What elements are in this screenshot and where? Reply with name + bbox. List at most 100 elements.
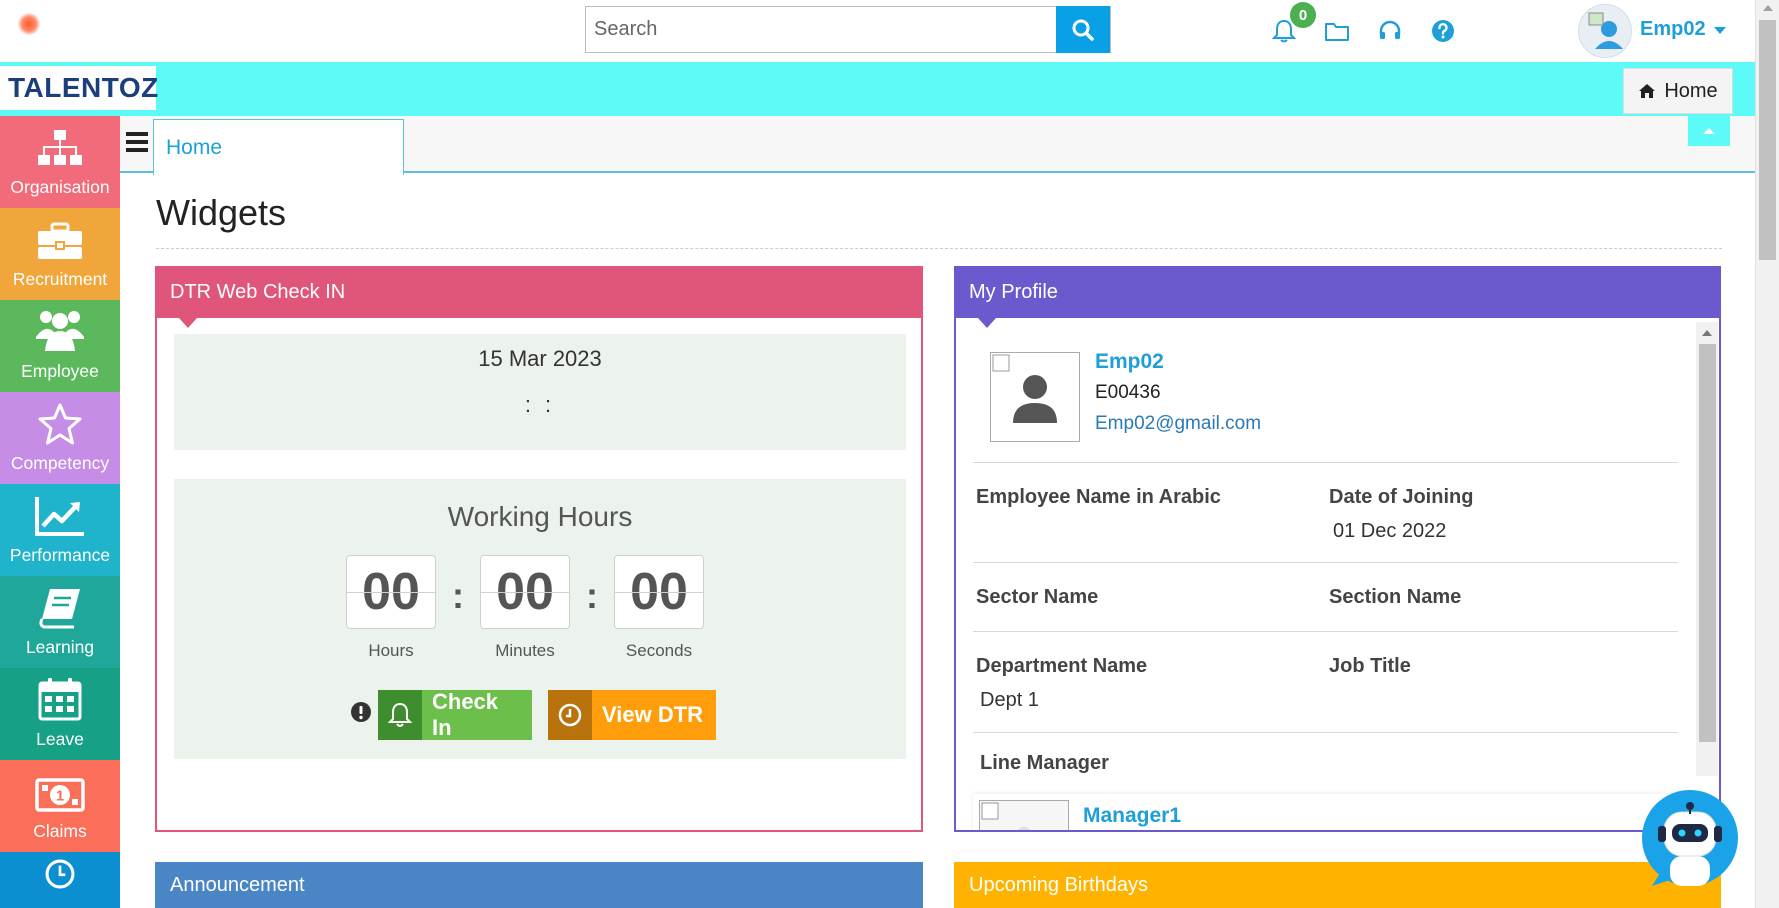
- menu-toggle-icon[interactable]: [126, 132, 148, 152]
- minutes-counter: 00: [480, 555, 570, 629]
- sidebar-item-competency[interactable]: Competency: [0, 392, 120, 484]
- search-icon: [1072, 19, 1094, 41]
- view-dtr-label: View DTR: [592, 690, 716, 740]
- sidebar-item-label: Competency: [10, 453, 110, 473]
- department-name-value: Dept 1: [980, 689, 1039, 711]
- scrollbar-thumb[interactable]: [1699, 344, 1716, 742]
- title-divider: [156, 248, 1722, 249]
- collapse-header-button[interactable]: [1688, 116, 1730, 146]
- line-manager-photo: [979, 800, 1069, 830]
- working-hours-title: Working Hours: [447, 501, 633, 532]
- arabic-name-label: Employee Name in Arabic: [976, 486, 1221, 508]
- seconds-counter: 00: [614, 555, 704, 629]
- sidebar-item-label: Recruitment: [12, 269, 108, 289]
- section-name-label: Section Name: [1329, 586, 1462, 608]
- briefcase-icon: [38, 222, 82, 259]
- clock-icon: [45, 859, 75, 889]
- dtr-clock: : :: [524, 392, 556, 417]
- org-chart-icon: [38, 130, 82, 165]
- check-in-button[interactable]: Check In: [378, 689, 532, 740]
- sidebar: Organisation Recruitment Employee Compet…: [0, 116, 120, 908]
- sidebar-item-organisation[interactable]: Organisation: [0, 116, 120, 208]
- divider: [973, 631, 1678, 632]
- announcement-title: Announcement: [170, 874, 305, 896]
- app-logo-icon[interactable]: [18, 13, 40, 35]
- line-manager-name-link[interactable]: Manager1: [1083, 804, 1181, 828]
- folder-icon[interactable]: [1324, 18, 1350, 44]
- notification-badge: 0: [1290, 2, 1316, 28]
- search-field[interactable]: [585, 6, 1111, 53]
- tab-home[interactable]: Home: [153, 119, 404, 175]
- divider: [973, 562, 1678, 563]
- calendar-icon: [38, 678, 82, 721]
- brand-band: [0, 62, 1755, 116]
- home-button-label: Home: [1664, 79, 1718, 102]
- star-icon: [38, 403, 82, 445]
- home-button[interactable]: Home: [1623, 68, 1733, 114]
- check-in-bell-box: [378, 690, 422, 740]
- robot-icon: [1642, 790, 1738, 886]
- page-scrollbar[interactable]: [1755, 0, 1779, 908]
- exclamation-icon[interactable]: [350, 701, 372, 723]
- profile-email[interactable]: Emp02@gmail.com: [1095, 413, 1261, 435]
- profile-name-link[interactable]: Emp02: [1095, 350, 1164, 374]
- sidebar-item-leave[interactable]: Leave: [0, 668, 120, 760]
- sidebar-item-label: Organisation: [10, 177, 110, 197]
- user-menu-caret-icon[interactable]: [1714, 27, 1726, 34]
- dtr-widget-title: DTR Web Check IN: [170, 280, 346, 303]
- bell-icon: [387, 702, 413, 727]
- header-notch: [179, 318, 197, 328]
- brand-logo[interactable]: TALENTOZ: [0, 66, 158, 110]
- dtr-date-panel: 15 Mar 2023 : :: [174, 334, 906, 450]
- chatbot-button[interactable]: [1640, 788, 1740, 898]
- sidebar-item-employee[interactable]: Employee: [0, 300, 120, 392]
- sidebar-item-label: Performance: [9, 545, 111, 565]
- view-dtr-clock-box: [548, 690, 592, 740]
- profile-widget-title: My Profile: [969, 280, 1058, 303]
- sidebar-item-claims[interactable]: 1 Claims: [0, 760, 120, 852]
- user-avatar[interactable]: [1578, 4, 1632, 58]
- scrollbar-thumb[interactable]: [1759, 20, 1776, 260]
- hours-label: Hours: [368, 641, 414, 660]
- sidebar-item-label: Employee: [21, 361, 99, 381]
- seconds-label: Seconds: [625, 641, 693, 660]
- clock-icon: [558, 703, 582, 727]
- search-input[interactable]: [586, 7, 1110, 52]
- search-button[interactable]: [1056, 6, 1110, 53]
- view-dtr-button[interactable]: View DTR: [548, 690, 716, 740]
- time-separator: :: [586, 575, 598, 616]
- sidebar-item-learning[interactable]: Learning: [0, 576, 120, 668]
- profile-photo: [990, 352, 1080, 442]
- job-title-label: Job Title: [1329, 655, 1411, 677]
- dtr-date: 15 Mar 2023: [478, 346, 602, 371]
- sidebar-item-recruitment[interactable]: Recruitment: [0, 208, 120, 300]
- department-name-label: Department Name: [976, 655, 1148, 677]
- top-bar: 0 Emp02: [0, 0, 1755, 62]
- birthdays-widget-header: Upcoming Birthdays: [954, 862, 1721, 908]
- users-icon: [36, 311, 84, 351]
- money-icon: 1: [35, 778, 85, 812]
- sidebar-item-performance[interactable]: Performance: [0, 484, 120, 576]
- profile-widget-header: My Profile: [954, 266, 1721, 328]
- announcement-widget-header: Announcement: [155, 862, 923, 908]
- page-title: Widgets: [156, 192, 287, 233]
- joining-date-value: 01 Dec 2022: [1333, 520, 1447, 542]
- scroll-up-icon[interactable]: [1763, 5, 1773, 11]
- sidebar-item-label: Claims: [33, 821, 87, 841]
- sidebar-item-time[interactable]: [0, 852, 120, 908]
- my-profile-widget: My Profile Emp02 E00436 Emp02@gmail.com …: [954, 266, 1721, 832]
- help-icon[interactable]: [1430, 18, 1456, 44]
- headset-icon[interactable]: [1377, 18, 1403, 44]
- svg-text:1: 1: [56, 788, 64, 805]
- scroll-up-icon[interactable]: [1702, 330, 1712, 336]
- chart-line-icon: [35, 497, 84, 536]
- check-in-label: Check In: [422, 689, 532, 740]
- user-name[interactable]: Emp02: [1640, 18, 1706, 41]
- profile-scrollbar[interactable]: [1696, 322, 1718, 776]
- birthdays-title: Upcoming Birthdays: [969, 874, 1148, 896]
- sidebar-item-label: Learning: [25, 637, 95, 657]
- sector-name-label: Sector Name: [976, 586, 1099, 608]
- user-avatar-icon: [1588, 12, 1623, 49]
- line-manager-card[interactable]: Manager1: [973, 794, 1678, 830]
- hours-counter: 00: [346, 555, 436, 629]
